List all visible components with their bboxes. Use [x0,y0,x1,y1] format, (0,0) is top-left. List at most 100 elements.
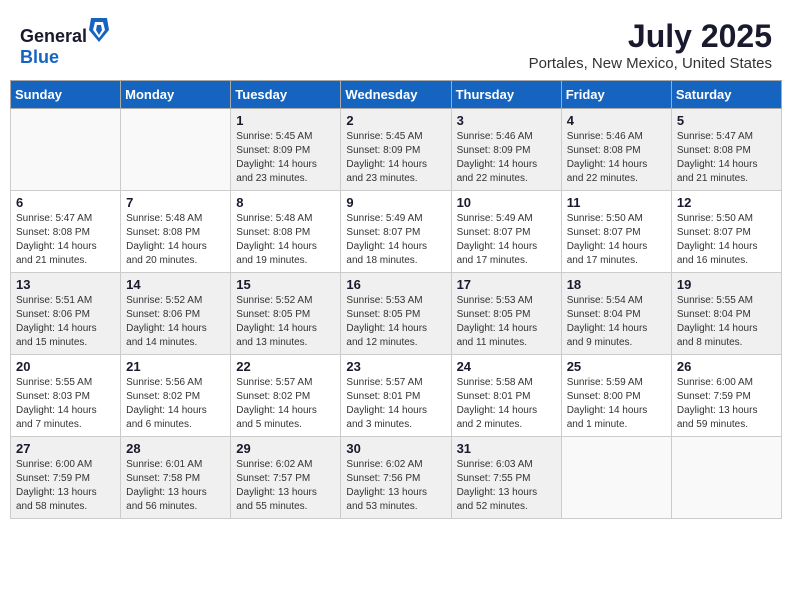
day-info: Sunrise: 5:47 AMSunset: 8:08 PMDaylight:… [677,130,776,186]
day-number: 15 [236,277,335,292]
day-info: Sunrise: 5:49 AMSunset: 8:07 PMDaylight:… [457,212,556,268]
day-number: 30 [346,441,445,456]
day-number: 11 [567,195,666,210]
day-number: 4 [567,113,666,128]
calendar-cell: 18 Sunrise: 5:54 AMSunset: 8:04 PMDayligh… [561,273,671,355]
day-number: 3 [457,113,556,128]
day-number: 19 [677,277,776,292]
day-of-week-header: Tuesday [231,81,341,109]
day-info: Sunrise: 5:57 AMSunset: 8:02 PMDaylight:… [236,376,335,432]
calendar-week-row: 13 Sunrise: 5:51 AMSunset: 8:06 PMDayligh… [11,273,782,355]
calendar-cell: 13 Sunrise: 5:51 AMSunset: 8:06 PMDayligh… [11,273,121,355]
day-info: Sunrise: 5:59 AMSunset: 8:00 PMDaylight:… [567,376,666,432]
day-of-week-header: Friday [561,81,671,109]
calendar-cell: 19 Sunrise: 5:55 AMSunset: 8:04 PMDayligh… [671,273,781,355]
title-area: July 2025 Portales, New Mexico, United S… [529,18,772,72]
day-info: Sunrise: 5:48 AMSunset: 8:08 PMDaylight:… [126,212,225,268]
header: General Blue July 2025 Portales, New Mex… [10,10,782,76]
day-info: Sunrise: 5:52 AMSunset: 8:06 PMDaylight:… [126,294,225,350]
calendar-table: SundayMondayTuesdayWednesdayThursdayFrid… [10,80,782,519]
calendar-week-row: 27Sunrise: 6:00 AMSunset: 7:59 PMDayligh… [11,437,782,519]
calendar-cell: 29Sunrise: 6:02 AMSunset: 7:57 PMDayligh… [231,437,341,519]
logo: General Blue [20,18,109,68]
day-info: Sunrise: 5:52 AMSunset: 8:05 PMDaylight:… [236,294,335,350]
calendar-cell: 22 Sunrise: 5:57 AMSunset: 8:02 PMDayligh… [231,355,341,437]
day-info: Sunrise: 6:02 AMSunset: 7:56 PMDaylight:… [346,458,445,514]
day-number: 6 [16,195,115,210]
day-info: Sunrise: 5:47 AMSunset: 8:08 PMDaylight:… [16,212,115,268]
day-info: Sunrise: 5:51 AMSunset: 8:06 PMDaylight:… [16,294,115,350]
calendar-cell [11,109,121,191]
day-number: 23 [346,359,445,374]
day-number: 29 [236,441,335,456]
calendar-cell: 5 Sunrise: 5:47 AMSunset: 8:08 PMDaylight… [671,109,781,191]
day-info: Sunrise: 5:56 AMSunset: 8:02 PMDaylight:… [126,376,225,432]
day-number: 10 [457,195,556,210]
day-number: 24 [457,359,556,374]
calendar-cell: 6 Sunrise: 5:47 AMSunset: 8:08 PMDaylight… [11,191,121,273]
location-title: Portales, New Mexico, United States [529,55,772,72]
calendar-cell: 10 Sunrise: 5:49 AMSunset: 8:07 PMDayligh… [451,191,561,273]
day-info: Sunrise: 5:45 AMSunset: 8:09 PMDaylight:… [236,130,335,186]
day-info: Sunrise: 5:46 AMSunset: 8:09 PMDaylight:… [457,130,556,186]
calendar-cell: 27Sunrise: 6:00 AMSunset: 7:59 PMDayligh… [11,437,121,519]
calendar-header-row: SundayMondayTuesdayWednesdayThursdayFrid… [11,81,782,109]
calendar-cell: 30 Sunrise: 6:02 AMSunset: 7:56 PMDayligh… [341,437,451,519]
day-of-week-header: Thursday [451,81,561,109]
day-info: Sunrise: 5:48 AMSunset: 8:08 PMDaylight:… [236,212,335,268]
day-info: Sunrise: 6:03 AMSunset: 7:55 PMDaylight:… [457,458,556,514]
day-number: 20 [16,359,115,374]
day-number: 13 [16,277,115,292]
day-number: 14 [126,277,225,292]
day-number: 21 [126,359,225,374]
day-number: 22 [236,359,335,374]
day-info: Sunrise: 5:46 AMSunset: 8:08 PMDaylight:… [567,130,666,186]
calendar-cell: 12 Sunrise: 5:50 AMSunset: 8:07 PMDayligh… [671,191,781,273]
calendar-week-row: 20 Sunrise: 5:55 AMSunset: 8:03 PMDayligh… [11,355,782,437]
day-info: Sunrise: 5:53 AMSunset: 8:05 PMDaylight:… [457,294,556,350]
day-number: 12 [677,195,776,210]
logo-general: General [20,26,87,46]
logo-icon [89,18,109,42]
calendar-week-row: 6 Sunrise: 5:47 AMSunset: 8:08 PMDaylight… [11,191,782,273]
day-number: 28 [126,441,225,456]
day-info: Sunrise: 5:55 AMSunset: 8:03 PMDaylight:… [16,376,115,432]
day-number: 16 [346,277,445,292]
calendar-cell: 7 Sunrise: 5:48 AMSunset: 8:08 PMDaylight… [121,191,231,273]
calendar-cell: 31Sunrise: 6:03 AMSunset: 7:55 PMDayligh… [451,437,561,519]
day-number: 18 [567,277,666,292]
calendar-cell: 3 Sunrise: 5:46 AMSunset: 8:09 PMDaylight… [451,109,561,191]
day-info: Sunrise: 5:45 AMSunset: 8:09 PMDaylight:… [346,130,445,186]
day-number: 1 [236,113,335,128]
calendar-cell: 11Sunrise: 5:50 AMSunset: 8:07 PMDayligh… [561,191,671,273]
calendar-cell: 9 Sunrise: 5:49 AMSunset: 8:07 PMDaylight… [341,191,451,273]
calendar-cell: 8 Sunrise: 5:48 AMSunset: 8:08 PMDaylight… [231,191,341,273]
day-number: 7 [126,195,225,210]
day-of-week-header: Sunday [11,81,121,109]
day-number: 9 [346,195,445,210]
month-title: July 2025 [529,18,772,55]
day-info: Sunrise: 5:49 AMSunset: 8:07 PMDaylight:… [346,212,445,268]
calendar-cell: 24Sunrise: 5:58 AMSunset: 8:01 PMDayligh… [451,355,561,437]
day-info: Sunrise: 5:50 AMSunset: 8:07 PMDaylight:… [677,212,776,268]
day-info: Sunrise: 5:53 AMSunset: 8:05 PMDaylight:… [346,294,445,350]
day-info: Sunrise: 5:57 AMSunset: 8:01 PMDaylight:… [346,376,445,432]
day-of-week-header: Monday [121,81,231,109]
day-number: 25 [567,359,666,374]
logo-text: General Blue [20,18,109,68]
day-number: 8 [236,195,335,210]
calendar-cell: 26Sunrise: 6:00 AMSunset: 7:59 PMDayligh… [671,355,781,437]
day-info: Sunrise: 5:55 AMSunset: 8:04 PMDaylight:… [677,294,776,350]
calendar-cell [561,437,671,519]
day-info: Sunrise: 6:00 AMSunset: 7:59 PMDaylight:… [16,458,115,514]
calendar-cell: 15 Sunrise: 5:52 AMSunset: 8:05 PMDayligh… [231,273,341,355]
calendar-cell: 21 Sunrise: 5:56 AMSunset: 8:02 PMDayligh… [121,355,231,437]
day-info: Sunrise: 5:54 AMSunset: 8:04 PMDaylight:… [567,294,666,350]
day-number: 5 [677,113,776,128]
day-of-week-header: Wednesday [341,81,451,109]
calendar-cell [671,437,781,519]
calendar-cell: 20 Sunrise: 5:55 AMSunset: 8:03 PMDayligh… [11,355,121,437]
calendar-week-row: 1 Sunrise: 5:45 AMSunset: 8:09 PMDaylight… [11,109,782,191]
calendar-cell: 14 Sunrise: 5:52 AMSunset: 8:06 PMDayligh… [121,273,231,355]
calendar-cell: 17Sunrise: 5:53 AMSunset: 8:05 PMDayligh… [451,273,561,355]
